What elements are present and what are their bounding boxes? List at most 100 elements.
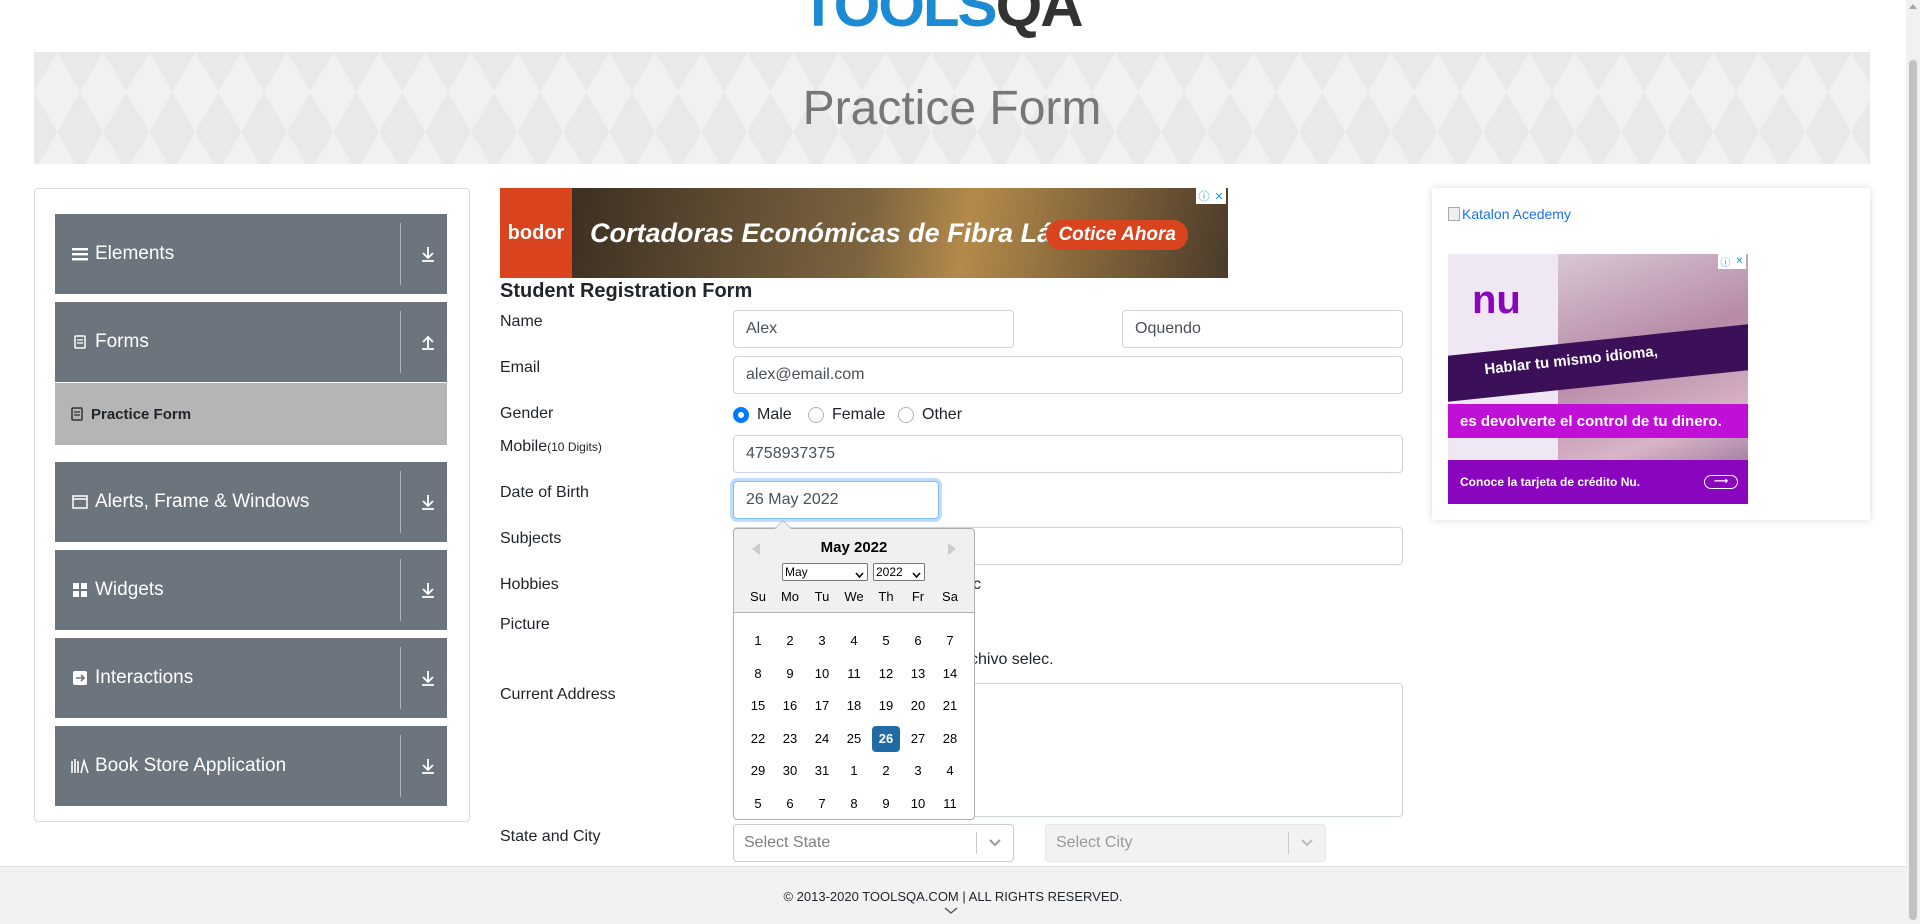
- day-cell[interactable]: 12: [872, 661, 900, 687]
- footer-copyright: © 2013-2020 TOOLSQA.COM | ALL RIGHTS RES…: [783, 889, 1123, 904]
- day-cell[interactable]: 8: [744, 661, 772, 687]
- day-cell[interactable]: 30: [776, 758, 804, 784]
- ad-close-icon[interactable]: ⓘ ✕: [1718, 254, 1746, 269]
- document-icon: [71, 333, 89, 351]
- broken-image-icon: [1448, 207, 1460, 221]
- page-banner: Practice Form: [34, 52, 1870, 164]
- sidebar-group-interactions[interactable]: Interactions: [55, 638, 447, 718]
- day-cell[interactable]: 8: [840, 791, 868, 817]
- day-cell[interactable]: 3: [904, 758, 932, 784]
- day-cell[interactable]: 1: [744, 628, 772, 654]
- day-cell[interactable]: 25: [840, 726, 868, 752]
- sidebar-group-widgets[interactable]: Widgets: [55, 550, 447, 630]
- week-row: 22 23 24 25 26 27 28: [742, 723, 966, 756]
- window-icon: [71, 493, 89, 511]
- day-cell[interactable]: 3: [808, 628, 836, 654]
- city-placeholder: Select City: [1056, 834, 1133, 851]
- week-row: 8 9 10 11 12 13 14: [742, 658, 966, 691]
- state-select[interactable]: Select State: [733, 824, 1014, 862]
- day-cell[interactable]: 4: [840, 628, 868, 654]
- day-cell[interactable]: 21: [936, 693, 964, 719]
- day-cell[interactable]: 10: [904, 791, 932, 817]
- datepicker-title: May 2022: [820, 539, 888, 556]
- day-cell[interactable]: 28: [936, 726, 964, 752]
- sidebar-item-practice-form[interactable]: Practice Form: [55, 383, 447, 445]
- next-month-icon[interactable]: [948, 543, 956, 555]
- day-cell[interactable]: 13: [904, 661, 932, 687]
- day-cell[interactable]: 16: [776, 693, 804, 719]
- nu-ad[interactable]: nu Hablar tu mismo idioma, es devolverte…: [1448, 254, 1748, 504]
- list-icon: [71, 245, 89, 263]
- katalon-ad-link[interactable]: Katalon Acedemy: [1448, 206, 1571, 222]
- scroll-up-icon[interactable]: [1909, 4, 1917, 9]
- day-cell[interactable]: 5: [744, 791, 772, 817]
- day-cell[interactable]: 20: [904, 693, 932, 719]
- chevron-down-icon[interactable]: [944, 907, 958, 915]
- day-cell[interactable]: 6: [904, 628, 932, 654]
- sidebar-group-book-store[interactable]: Book Store Application: [55, 726, 447, 806]
- day-cell[interactable]: 18: [840, 693, 868, 719]
- day-cell[interactable]: 6: [776, 791, 804, 817]
- sidebar-group-label: Elements: [95, 243, 175, 264]
- day-cell[interactable]: 4: [936, 758, 964, 784]
- name-label: Name: [500, 313, 543, 330]
- mobile-input[interactable]: 4758937375: [733, 435, 1403, 473]
- day-cell[interactable]: 7: [808, 791, 836, 817]
- day-cell[interactable]: 31: [808, 758, 836, 784]
- gender-radio-female[interactable]: Female: [808, 406, 885, 424]
- sidebar-group-alerts[interactable]: Alerts, Frame & Windows: [55, 462, 447, 542]
- day-cell[interactable]: 1: [840, 758, 868, 784]
- email-input[interactable]: alex@email.com: [733, 356, 1403, 394]
- ad-close-icon[interactable]: ⓘ ✕: [1196, 188, 1226, 204]
- ad-line-3[interactable]: Conoce la tarjeta de crédito Nu. ⟶: [1448, 460, 1748, 504]
- day-cell[interactable]: 11: [840, 661, 868, 687]
- books-icon: [71, 757, 89, 775]
- mobile-label-text: Mobile: [500, 438, 548, 455]
- gender-radio-male[interactable]: Male: [733, 406, 792, 424]
- day-cell[interactable]: 9: [776, 661, 804, 687]
- day-cell[interactable]: 14: [936, 661, 964, 687]
- logo-text-qa: QA: [995, 0, 1084, 39]
- dob-input[interactable]: 26 May 2022: [733, 481, 939, 519]
- page-title: Practice Form: [802, 81, 1102, 135]
- month-select[interactable]: May: [782, 563, 868, 581]
- gender-radio-other[interactable]: Other: [898, 406, 962, 424]
- day-cell[interactable]: 23: [776, 726, 804, 752]
- picture-label: Picture: [500, 616, 550, 633]
- day-cell[interactable]: 2: [776, 628, 804, 654]
- scrollbar-thumb[interactable]: [1909, 60, 1917, 920]
- mobile-hint: (10 Digits): [547, 440, 602, 454]
- year-select[interactable]: 2022: [873, 563, 925, 581]
- day-cell[interactable]: 11: [936, 791, 964, 817]
- day-cell-selected[interactable]: 26: [872, 725, 900, 752]
- day-cell[interactable]: 2: [872, 758, 900, 784]
- sidebar-group-elements[interactable]: Elements: [55, 214, 447, 294]
- day-cell[interactable]: 27: [904, 726, 932, 752]
- download-arrow-icon: [419, 494, 437, 510]
- day-cell[interactable]: 15: [744, 693, 772, 719]
- page-scrollbar[interactable]: [1906, 0, 1920, 924]
- day-cell[interactable]: 5: [872, 628, 900, 654]
- year-select-value: 2022: [876, 565, 903, 579]
- day-cell[interactable]: 24: [808, 726, 836, 752]
- sidebar-group-forms[interactable]: Forms: [55, 302, 447, 382]
- sidebar-group-label: Interactions: [95, 667, 194, 688]
- day-cell[interactable]: 10: [808, 661, 836, 687]
- toolsqa-logo[interactable]: TOOLSQA: [800, 0, 1084, 40]
- ad-sidebar-right: Katalon Acedemy nu Hablar tu mismo idiom…: [1432, 188, 1870, 520]
- day-cell[interactable]: 29: [744, 758, 772, 784]
- footer: © 2013-2020 TOOLSQA.COM | ALL RIGHTS RES…: [0, 866, 1906, 924]
- sidebar-group-label: Alerts, Frame & Windows: [95, 491, 310, 512]
- ad-banner-top[interactable]: bodor Cortadoras Económicas de Fibra Lás…: [500, 188, 1228, 278]
- day-cell[interactable]: 17: [808, 693, 836, 719]
- first-name-input[interactable]: Alex: [733, 310, 1014, 348]
- city-select[interactable]: Select City: [1045, 824, 1326, 862]
- day-cell[interactable]: 22: [744, 726, 772, 752]
- file-input-status[interactable]: chivo selec.: [970, 651, 1054, 669]
- widgets-icon: [71, 581, 89, 599]
- ad-cta-button[interactable]: Cotice Ahora: [1046, 220, 1188, 250]
- last-name-input[interactable]: Oquendo: [1122, 310, 1403, 348]
- day-cell[interactable]: 9: [872, 791, 900, 817]
- day-cell[interactable]: 19: [872, 693, 900, 719]
- day-cell[interactable]: 7: [936, 628, 964, 654]
